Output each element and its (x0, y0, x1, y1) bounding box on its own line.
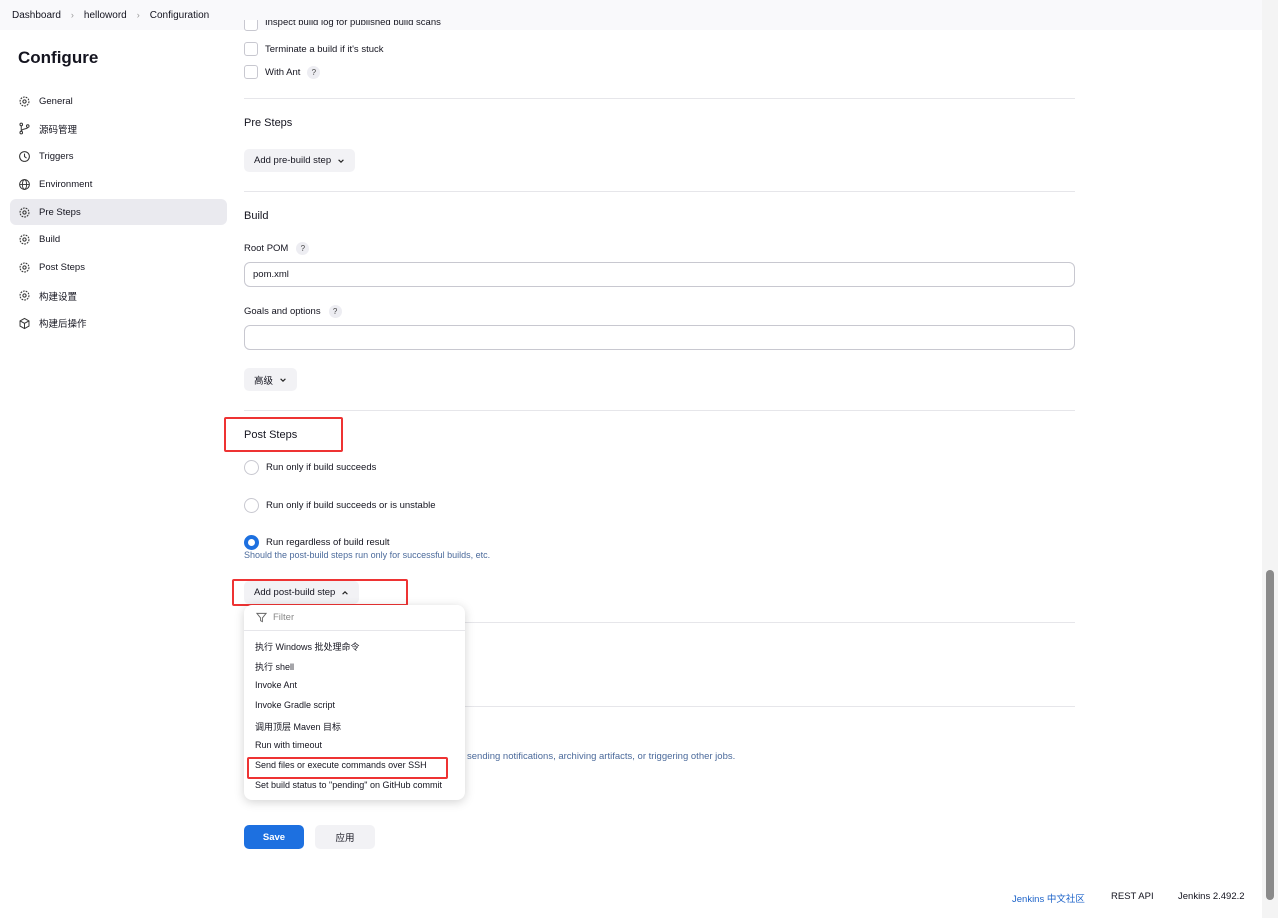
gear-icon (19, 290, 30, 301)
menu-item-maven-targets[interactable]: 调用顶层 Maven 目标 (255, 720, 341, 733)
filter-input[interactable]: Filter (244, 605, 465, 631)
checkbox[interactable] (244, 20, 258, 31)
apply-button[interactable]: 应用 (315, 825, 375, 849)
chevron-right-icon: › (136, 10, 140, 20)
checkbox-label: Inspect build log for published build sc… (265, 20, 441, 28)
field-label-text: Root POM (244, 243, 289, 254)
globe-icon (19, 179, 30, 190)
radio-row-regardless[interactable]: Run regardless of build result (244, 535, 390, 550)
radio-label: Run regardless of build result (266, 537, 390, 548)
post-steps-hint: Should the post-build steps run only for… (244, 550, 491, 560)
filter-placeholder: Filter (273, 612, 295, 623)
gear-icon (19, 234, 30, 245)
sidebar-item-label: Environment (39, 178, 93, 190)
help-icon[interactable]: ? (296, 242, 310, 255)
footer-version-button[interactable]: Jenkins 2.492.2 (1178, 891, 1245, 902)
radio-label: Run only if build succeeds (266, 462, 377, 473)
section-title-build: Build (244, 210, 269, 222)
scrollbar[interactable] (1262, 0, 1278, 918)
radio-button-selected[interactable] (244, 535, 259, 550)
sidebar-item-pre-steps[interactable]: Pre Steps (10, 199, 227, 226)
checkbox-label: Terminate a build if it's stuck (265, 43, 384, 55)
radio-button[interactable] (244, 498, 259, 513)
radio-row-unstable[interactable]: Run only if build succeeds or is unstabl… (244, 498, 436, 513)
sidebar-item-triggers[interactable]: Triggers (10, 144, 227, 170)
section-title-pre-steps: Pre Steps (244, 117, 293, 129)
sidebar-item-build[interactable]: Build (10, 227, 227, 253)
input-value: pom.xml (253, 269, 289, 280)
chevron-down-icon (280, 377, 286, 382)
sidebar-item-label: 构建后操作 (39, 319, 87, 331)
scrollbar-thumb[interactable] (1266, 570, 1274, 900)
footer-community-link[interactable]: Jenkins 中文社区 (1012, 891, 1085, 905)
root-pom-input[interactable]: pom.xml (244, 262, 1075, 287)
sidebar-item-post-build-actions[interactable]: 构建后操作 (10, 310, 227, 336)
package-icon (19, 317, 30, 329)
button-label: 高级 (254, 375, 274, 387)
sidebar-item-label: Pre Steps (39, 206, 81, 218)
breadcrumb-configuration[interactable]: Configuration (150, 10, 209, 21)
sidebar-item-label: Triggers (39, 151, 74, 163)
highlight-box (224, 417, 343, 452)
sidebar-item-general[interactable]: General (10, 88, 227, 114)
menu-item-shell[interactable]: 执行 shell (255, 660, 294, 673)
radio-row-success[interactable]: Run only if build succeeds (244, 460, 376, 475)
checkbox-row-with-ant[interactable]: With Ant ? (244, 65, 321, 79)
radio-label: Run only if build succeeds or is unstabl… (266, 500, 436, 511)
sidebar-item-label: 构建设置 (39, 291, 78, 303)
checkbox-row-build-scans[interactable]: Inspect build log for published build sc… (244, 20, 441, 34)
highlight-box (232, 579, 408, 606)
checkbox[interactable] (244, 42, 258, 56)
checkbox-label: With Ant (265, 66, 301, 78)
sidebar-item-label: Build (39, 234, 61, 246)
highlight-box (247, 757, 448, 779)
menu-item-run-with-timeout[interactable]: Run with timeout (255, 740, 322, 750)
field-label-text: Goals and options (244, 306, 321, 317)
root-pom-label: Root POM ? (244, 242, 310, 255)
divider (244, 191, 1075, 192)
gear-icon (19, 207, 30, 218)
menu-item-invoke-gradle[interactable]: Invoke Gradle script (255, 700, 335, 710)
sidebar-item-label: Post Steps (39, 262, 85, 274)
menu-item-invoke-ant[interactable]: Invoke Ant (255, 680, 297, 690)
goals-label: Goals and options ? (244, 305, 342, 318)
sidebar-item-label: 源码管理 (39, 124, 78, 136)
post-build-hint-fragment: sending notifications, archiving artifac… (467, 751, 736, 762)
checkbox[interactable] (244, 65, 258, 79)
branch-icon (19, 122, 30, 135)
radio-button[interactable] (244, 460, 259, 475)
menu-item-windows-batch[interactable]: 执行 Windows 批处理命令 (255, 640, 360, 653)
clock-icon (19, 151, 30, 162)
chevron-right-icon: › (70, 10, 74, 20)
sidebar-item-post-steps[interactable]: Post Steps (10, 255, 227, 281)
filter-icon (256, 612, 267, 623)
sidebar: General 源码管理 Triggers Environment Pre St… (10, 88, 227, 338)
advanced-button[interactable]: 高级 (244, 368, 298, 391)
chevron-down-icon (338, 158, 344, 163)
help-icon[interactable]: ? (307, 65, 321, 79)
sidebar-item-environment[interactable]: Environment (10, 171, 227, 197)
add-pre-build-step-button[interactable]: Add pre-build step (244, 149, 356, 172)
footer-rest-api-link[interactable]: REST API (1111, 891, 1154, 902)
gear-icon (19, 96, 30, 106)
breadcrumb-job[interactable]: helloword (84, 10, 127, 21)
sidebar-item-label: General (39, 95, 73, 107)
sidebar-item-source-code[interactable]: 源码管理 (10, 116, 227, 142)
divider (244, 410, 1075, 411)
checkbox-row-terminate[interactable]: Terminate a build if it's stuck (244, 42, 384, 56)
menu-item-github-pending[interactable]: Set build status to "pending" on GitHub … (255, 780, 442, 790)
save-button[interactable]: Save (244, 825, 304, 849)
divider (244, 98, 1075, 99)
help-icon[interactable]: ? (328, 305, 342, 318)
breadcrumb: Dashboard › helloword › Configuration (0, 0, 1262, 30)
goals-input[interactable] (244, 325, 1075, 350)
breadcrumb-dashboard[interactable]: Dashboard (12, 10, 61, 21)
page-title: Configure (18, 48, 99, 67)
gear-icon (19, 262, 30, 273)
sidebar-item-build-settings[interactable]: 构建设置 (10, 283, 227, 309)
button-label: Add pre-build step (254, 155, 332, 166)
